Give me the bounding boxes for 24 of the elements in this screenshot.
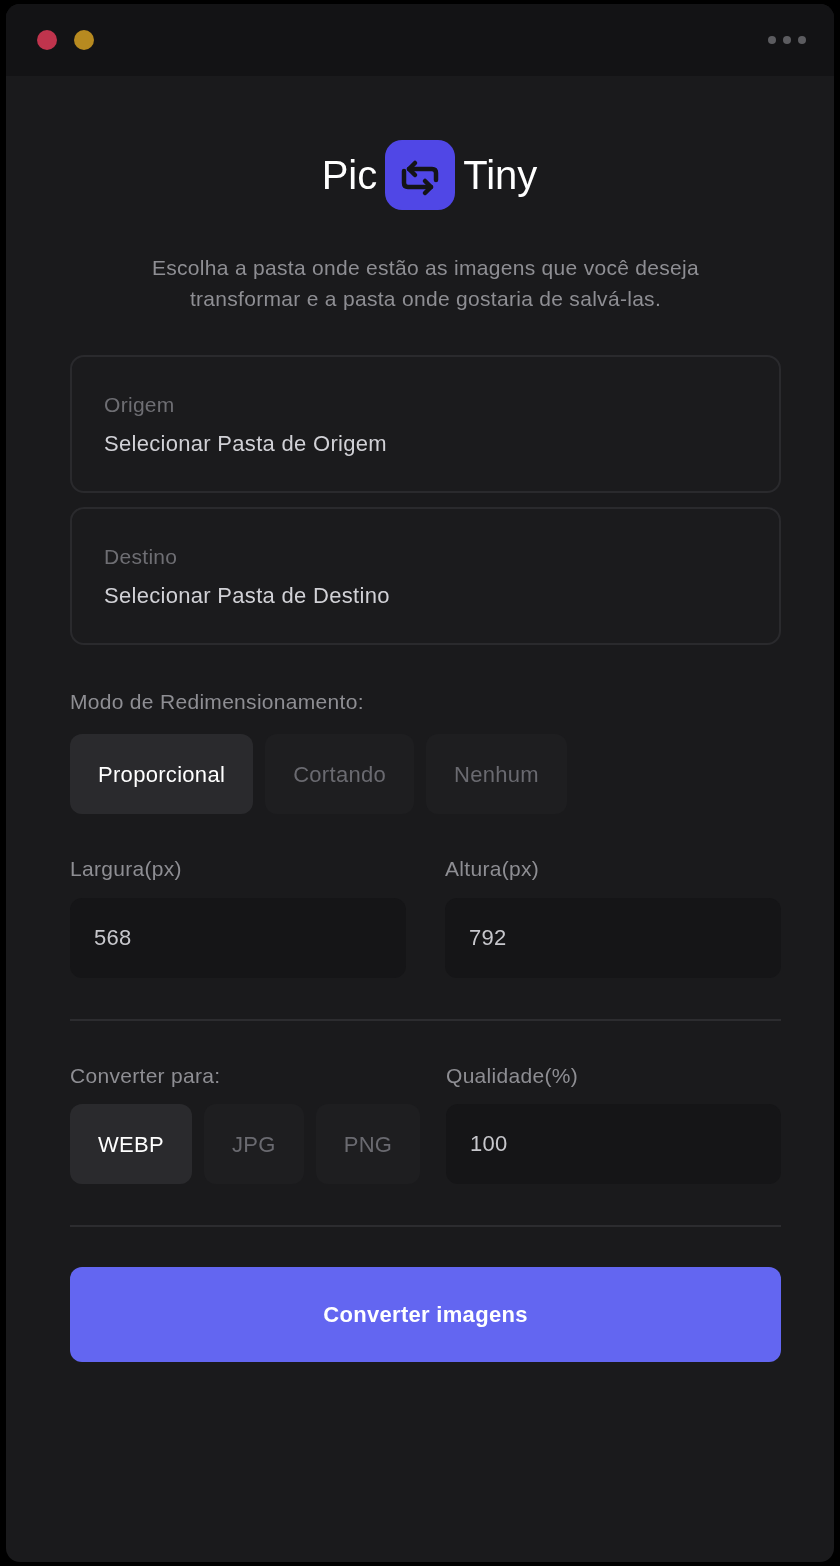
dimension-field[interactable]: 792 — [445, 898, 781, 978]
swap-arrows-icon — [385, 140, 456, 210]
field-label: Largura(px) — [70, 856, 182, 882]
convert-images-button[interactable]: Converter imagens — [70, 1267, 781, 1362]
format-option[interactable]: WEBP — [70, 1104, 192, 1184]
logo-text: Tiny — [463, 152, 538, 199]
section-label: Modo de Redimensionamento: — [70, 689, 364, 715]
section-label: Converter para: — [70, 1063, 221, 1089]
quality-field[interactable]: 100 — [446, 1104, 781, 1184]
more-options-icon[interactable] — [768, 36, 806, 44]
logo-text: Pic — [321, 152, 378, 199]
field-label: Destino — [104, 543, 178, 570]
field-label: Altura(px) — [445, 856, 540, 882]
folder-path-text: Selecionar Pasta de Origem — [104, 429, 387, 458]
dimension-field[interactable]: 568 — [70, 898, 406, 978]
field-label: Origem — [104, 391, 175, 418]
description-text: Escolha a pasta onde estão as imagens que você deseja transformar e a pasta onde gostaria de salvá-las. — [150, 255, 701, 312]
close-icon[interactable] — [37, 30, 57, 50]
minimize-icon[interactable] — [74, 30, 94, 50]
folder-path-text: Selecionar Pasta de Destino — [104, 581, 390, 610]
folder-picker-card[interactable]: Destino Selecionar Pasta de Destino — [70, 507, 781, 645]
folder-picker-card[interactable]: Origem Selecionar Pasta de Origem — [70, 355, 781, 493]
field-label: Qualidade(%) — [446, 1063, 578, 1089]
resize-mode-option[interactable]: Proporcional — [70, 734, 254, 814]
